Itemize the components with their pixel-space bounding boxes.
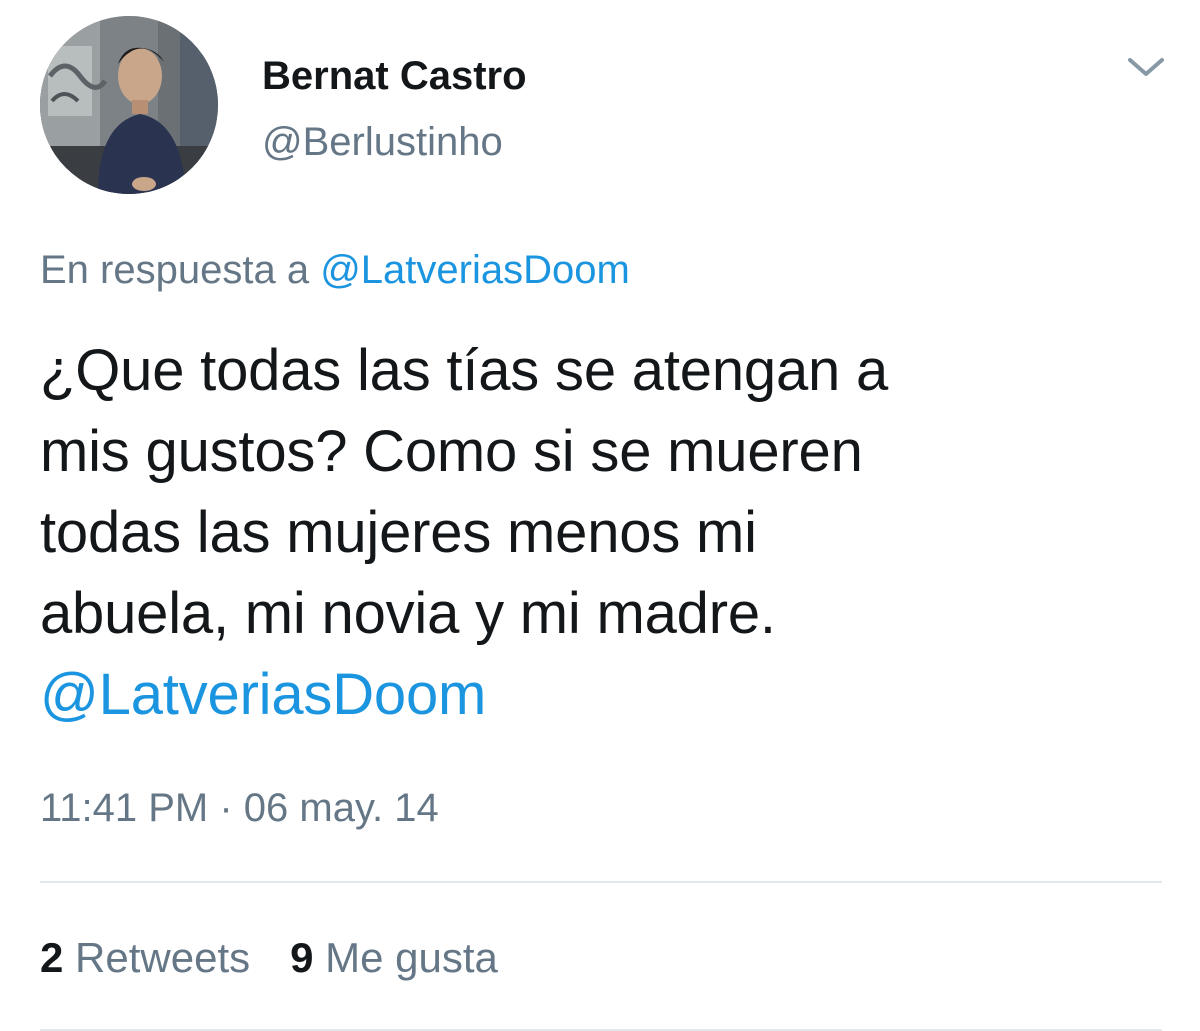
likes-count: 9 xyxy=(290,934,314,981)
display-name[interactable]: Bernat Castro xyxy=(262,54,527,99)
reply-prefix: En respuesta a xyxy=(40,248,310,292)
tweet-mention-link[interactable]: @LatveriasDoom xyxy=(40,654,1170,735)
retweets-stat[interactable]: 2 Retweets xyxy=(40,934,250,982)
user-handle[interactable]: @Berlustinho xyxy=(262,120,503,165)
reply-context: En respuesta a @LatveriasDoom xyxy=(40,248,630,293)
likes-stat[interactable]: 9 Me gusta xyxy=(290,934,498,982)
tweet-text-line: todas las mujeres menos mi xyxy=(40,500,757,565)
avatar[interactable] xyxy=(40,16,218,194)
divider xyxy=(40,881,1162,883)
tweet-text-line: abuela, mi novia y mi madre. xyxy=(40,581,776,646)
tweet-text-line: ¿Que todas las tías se atengan a xyxy=(40,338,889,403)
likes-label: Me gusta xyxy=(325,934,498,981)
retweets-label: Retweets xyxy=(75,934,251,981)
retweets-count: 2 xyxy=(40,934,64,981)
tweet-stats: 2 Retweets 9 Me gusta xyxy=(40,934,498,982)
reply-mention-link[interactable]: @LatveriasDoom xyxy=(320,248,630,292)
avatar-photo xyxy=(40,16,218,194)
tweet-timestamp[interactable]: 11:41 PM · 06 may. 14 xyxy=(40,786,439,831)
tweet-detail: Bernat Castro @Berlustinho En respuesta … xyxy=(0,0,1200,1031)
chevron-down-icon[interactable] xyxy=(1124,52,1168,82)
tweet-text-line: mis gustos? Como si se mueren xyxy=(40,419,863,484)
tweet-text: ¿Que todas las tías se atengan a mis gus… xyxy=(40,330,1170,735)
